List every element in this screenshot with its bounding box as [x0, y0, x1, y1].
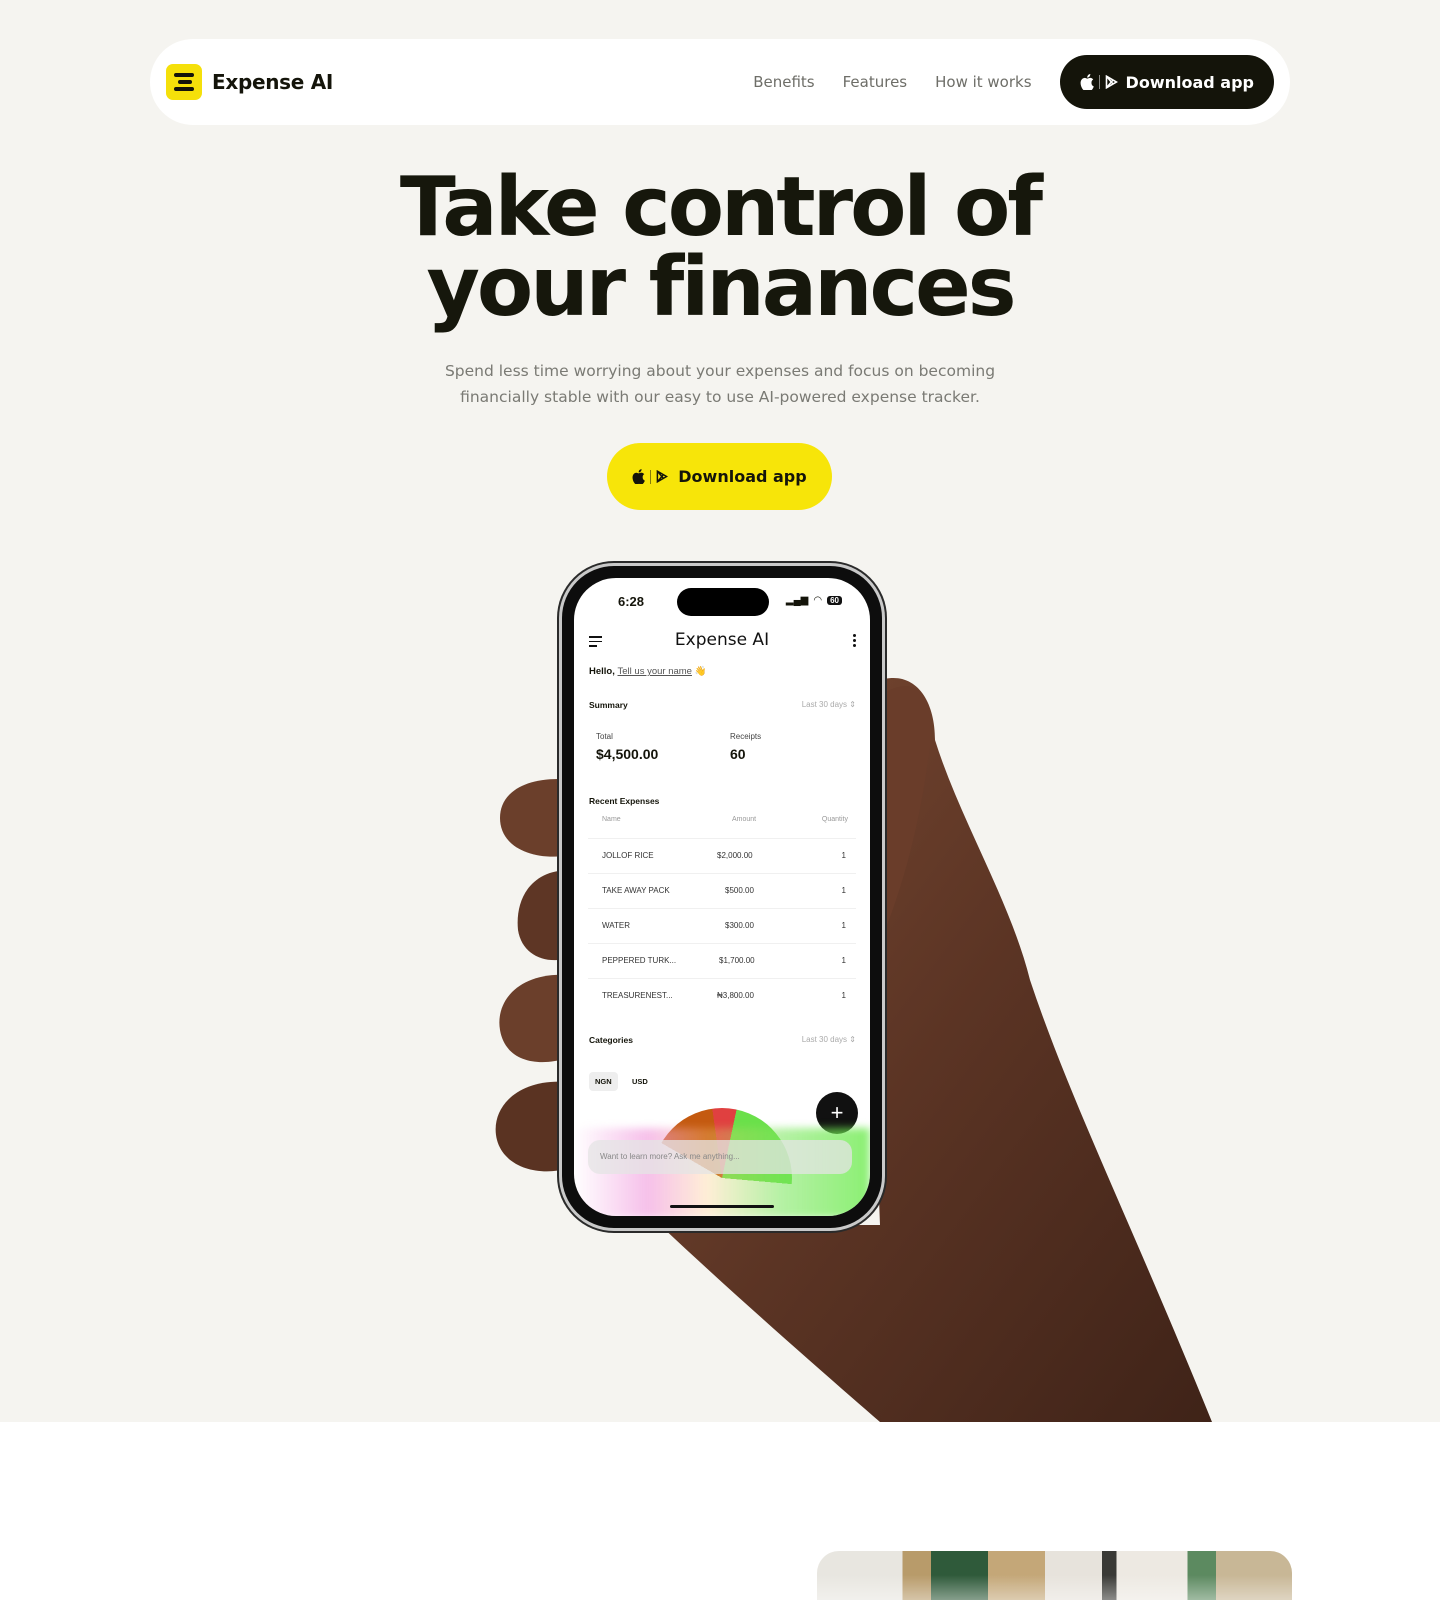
row-amount: $2,000.00 — [717, 851, 753, 860]
summary-range-select[interactable]: Last 30 days ⇕ — [802, 700, 856, 709]
row-qty: 1 — [841, 921, 846, 930]
home-indicator — [670, 1205, 774, 1208]
row-name: PEPPERED TURK... — [602, 956, 677, 965]
name-prompt-link[interactable]: Tell us your name — [618, 666, 692, 677]
app-title: Expense AI — [674, 630, 770, 650]
section-preview-image — [817, 1551, 1292, 1600]
hero-title-line-2: your finances — [426, 240, 1016, 335]
table-row[interactable]: PEPPERED TURK... $1,700.00 1 — [588, 943, 856, 975]
phone-mockup: 6:28 ▂▄▆ ◠ 60 Expense AI Hello, Tell us … — [562, 566, 882, 1228]
nav-download-label: Download app — [1125, 72, 1254, 92]
recent-expenses-title: Recent Expenses — [589, 796, 660, 806]
row-qty: 1 — [841, 956, 846, 965]
row-name: JOLLOF RICE — [602, 851, 654, 860]
row-amount: $300.00 — [725, 921, 754, 930]
table-row[interactable]: TREASURENEST... ₦3,800.00 1 — [588, 978, 856, 1010]
receipts-value: 60 — [730, 746, 746, 762]
hero-download-button[interactable]: Download app — [607, 443, 832, 510]
status-icons: ▂▄▆ ◠ 60 — [786, 595, 842, 606]
total-value: $4,500.00 — [596, 746, 659, 762]
dynamic-island — [677, 588, 769, 616]
col-quantity: Quantity — [821, 816, 848, 823]
categories-title: Categories — [589, 1035, 633, 1045]
nav-link-features[interactable]: Features — [843, 73, 908, 91]
signal-icon: ▂▄▆ — [785, 595, 809, 606]
apple-icon — [632, 469, 646, 484]
row-name: TAKE AWAY PACK — [602, 886, 670, 895]
store-icons — [632, 469, 669, 484]
row-amount: ₦3,800.00 — [717, 991, 754, 1000]
google-play-icon — [656, 470, 669, 483]
app-bar: Expense AI — [574, 626, 870, 656]
nav-link-how-it-works[interactable]: How it works — [935, 73, 1031, 91]
battery-icon: 60 — [827, 596, 842, 605]
store-icons — [1080, 74, 1118, 90]
table-row[interactable]: TAKE AWAY PACK $500.00 1 — [588, 873, 856, 905]
google-play-icon — [1105, 75, 1118, 89]
receipts-label: Receipts — [730, 732, 762, 741]
top-navbar: Expense AI Benefits Features How it work… — [150, 39, 1290, 125]
brand-name: Expense AI — [212, 70, 334, 94]
greeting-hello: Hello, — [589, 666, 615, 677]
col-amount: Amount — [732, 816, 757, 823]
row-name: WATER — [602, 921, 630, 930]
logo-mark-icon — [166, 64, 202, 100]
sort-icon: ⇕ — [849, 1035, 856, 1044]
hero-subtitle-line-1: Spend less time worrying about your expe… — [444, 362, 996, 380]
sort-icon: ⇕ — [849, 700, 856, 709]
total-label: Total — [596, 732, 613, 741]
currency-chip-ngn[interactable]: NGN — [589, 1072, 618, 1091]
wave-icon: 👋 — [694, 666, 707, 677]
status-time: 6:28 — [618, 594, 645, 609]
brand-logo[interactable]: Expense AI — [166, 64, 333, 100]
row-amount: $500.00 — [725, 886, 754, 895]
table-row[interactable]: WATER $300.00 1 — [588, 908, 856, 940]
nav-links: Benefits Features How it works — [753, 73, 1031, 91]
greeting: Hello, Tell us your name 👋 — [589, 666, 706, 677]
row-qty: 1 — [841, 991, 846, 1000]
categories-range-select[interactable]: Last 30 days ⇕ — [802, 1035, 856, 1044]
row-qty: 1 — [841, 886, 846, 895]
table-row[interactable]: JOLLOF RICE $2,000.00 1 — [588, 838, 856, 870]
categories-range-label: Last 30 days — [801, 1035, 848, 1044]
hero-download-label: Download app — [678, 467, 807, 486]
row-qty: 1 — [841, 851, 846, 860]
row-name: TREASURENEST... — [602, 991, 673, 1000]
row-amount: $1,700.00 — [719, 956, 755, 965]
hero-subtitle: Spend less time worrying about your expe… — [420, 358, 1020, 410]
more-options-icon[interactable] — [853, 634, 856, 649]
ask-ai-input[interactable]: Want to learn more? Ask me anything... — [588, 1140, 852, 1174]
currency-chip-usd[interactable]: USD — [626, 1072, 654, 1091]
summary-range-label: Last 30 days — [801, 700, 848, 709]
wifi-icon: ◠ — [813, 595, 823, 606]
phone-screen: 6:28 ▂▄▆ ◠ 60 Expense AI Hello, Tell us … — [574, 578, 870, 1216]
nav-download-button[interactable]: Download app — [1059, 55, 1274, 109]
hero-subtitle-line-2: financially stable with our easy to use … — [460, 388, 980, 406]
apple-icon — [1080, 74, 1094, 90]
col-name: Name — [602, 816, 621, 823]
nav-link-benefits[interactable]: Benefits — [753, 73, 814, 91]
summary-title: Summary — [589, 700, 628, 710]
hero-title: Take control of your finances — [0, 167, 1440, 329]
